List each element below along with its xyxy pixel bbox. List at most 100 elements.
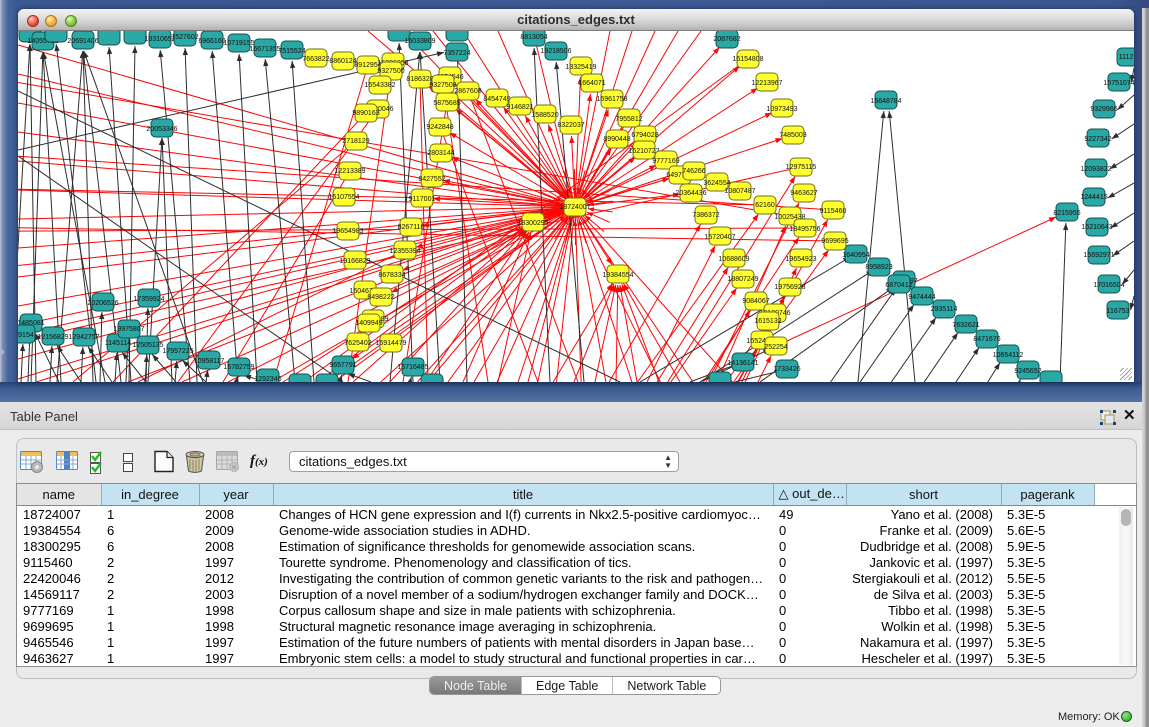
svg-text:12355394: 12355394 <box>389 248 420 255</box>
svg-text:16033809: 16033809 <box>404 38 435 45</box>
svg-text:9463627: 9463627 <box>790 190 817 197</box>
svg-text:8860124: 8860124 <box>329 58 356 65</box>
svg-text:7485003: 7485003 <box>779 132 806 139</box>
svg-text:12156829: 12156829 <box>37 334 68 341</box>
svg-text:2718129: 2718129 <box>342 138 369 145</box>
svg-text:8427552: 8427552 <box>418 176 445 183</box>
svg-text:6966160: 6966160 <box>198 38 225 45</box>
svg-text:7632621: 7632621 <box>952 322 979 329</box>
svg-text:19975867: 19975867 <box>113 326 144 333</box>
svg-text:9474444: 9474444 <box>908 294 935 301</box>
svg-text:10958117: 10958117 <box>194 358 225 365</box>
svg-text:5875685: 5875685 <box>433 100 460 107</box>
svg-text:2935114: 2935114 <box>931 306 958 313</box>
svg-text:1527602: 1527602 <box>171 34 198 41</box>
svg-text:12505135: 12505135 <box>132 342 163 349</box>
svg-text:16671355: 16671355 <box>249 46 280 53</box>
svg-text:15751074: 15751074 <box>1103 80 1134 87</box>
svg-text:1664071: 1664071 <box>578 80 605 87</box>
svg-text:2087682: 2087682 <box>713 36 740 43</box>
svg-text:10973493: 10973493 <box>766 106 797 113</box>
svg-text:12213967: 12213967 <box>751 80 782 87</box>
svg-text:746266: 746266 <box>682 168 705 175</box>
svg-text:8215955: 8215955 <box>1053 210 1080 217</box>
svg-text:19756928: 19756928 <box>774 284 805 291</box>
svg-text:8322037: 8322037 <box>557 122 584 129</box>
svg-text:12975115: 12975115 <box>786 164 817 171</box>
svg-text:8813054: 8813054 <box>520 34 547 41</box>
svg-text:16154808: 16154808 <box>732 56 763 63</box>
svg-text:13325419: 13325419 <box>565 64 596 71</box>
svg-text:7663822: 7663822 <box>302 56 329 63</box>
svg-text:16648784: 16648784 <box>870 98 901 105</box>
svg-text:19218506: 19218506 <box>540 48 571 55</box>
svg-text:9227342: 9227342 <box>1084 136 1111 143</box>
svg-text:16107554: 16107554 <box>328 194 359 201</box>
svg-text:9890163: 9890163 <box>352 110 379 117</box>
svg-text:17016504: 17016504 <box>1093 282 1124 289</box>
svg-text:12093822: 12093822 <box>1080 166 1111 173</box>
svg-text:1244415: 1244415 <box>1080 194 1107 201</box>
svg-text:9657791: 9657791 <box>329 362 356 369</box>
svg-text:39154: 39154 <box>18 332 34 339</box>
svg-text:8498222: 8498222 <box>367 294 394 301</box>
svg-text:8267110: 8267110 <box>398 224 425 231</box>
svg-text:1409949: 1409949 <box>355 320 382 327</box>
svg-text:9115460: 9115460 <box>820 208 847 215</box>
svg-text:20053346: 20053346 <box>146 126 177 133</box>
svg-text:12213389: 12213389 <box>334 168 365 175</box>
svg-text:8990448: 8990448 <box>603 136 630 143</box>
svg-text:1145114: 1145114 <box>105 340 131 347</box>
svg-text:15716485: 15716485 <box>397 364 428 371</box>
svg-text:15692971: 15692971 <box>1083 252 1114 259</box>
svg-text:19654983: 19654983 <box>332 228 363 235</box>
svg-text:19384554: 19384554 <box>602 272 633 279</box>
svg-text:10807487: 10807487 <box>724 188 755 195</box>
svg-text:16782759: 16782759 <box>223 364 254 371</box>
svg-text:19654923: 19654923 <box>785 256 816 263</box>
svg-text:6794028: 6794028 <box>631 132 658 139</box>
svg-text:14136141: 14136141 <box>727 360 758 367</box>
svg-text:6870412: 6870412 <box>885 282 912 289</box>
svg-text:9146821: 9146821 <box>506 104 533 111</box>
svg-text:9117001: 9117001 <box>409 196 436 203</box>
svg-text:10654112: 10654112 <box>993 352 1024 359</box>
svg-text:17359924: 17359924 <box>133 296 164 303</box>
svg-text:1733426: 1733426 <box>773 366 800 373</box>
svg-text:16914479: 16914479 <box>375 340 406 347</box>
svg-text:1615132: 1615132 <box>754 318 781 325</box>
svg-text:9327500: 9327500 <box>377 68 404 75</box>
svg-text:11123: 11123 <box>1119 54 1134 61</box>
svg-text:8471676: 8471676 <box>973 336 1000 343</box>
svg-text:18495756: 18495756 <box>789 226 820 233</box>
svg-text:10688609: 10688609 <box>718 256 749 263</box>
svg-text:9245652: 9245652 <box>1014 368 1041 375</box>
svg-text:15720407: 15720407 <box>704 234 735 241</box>
svg-text:1588520: 1588520 <box>531 112 558 119</box>
svg-text:7357224: 7357224 <box>443 50 470 57</box>
svg-text:8958923: 8958923 <box>865 264 892 271</box>
svg-text:7955812: 7955812 <box>615 116 642 123</box>
svg-text:7625402: 7625402 <box>344 340 371 347</box>
svg-text:20691406: 20691406 <box>67 38 98 45</box>
svg-text:20206526: 20206526 <box>87 300 118 307</box>
svg-text:1640954: 1640954 <box>842 252 869 259</box>
svg-text:18807249: 18807249 <box>727 276 758 283</box>
svg-text:16543382: 16543382 <box>364 82 395 89</box>
svg-text:8678334: 8678334 <box>378 272 405 279</box>
svg-text:116753: 116753 <box>1107 308 1130 315</box>
svg-text:19166829: 19166829 <box>339 258 370 265</box>
svg-text:3624554: 3624554 <box>703 180 730 187</box>
svg-text:8454749: 8454749 <box>483 96 510 103</box>
svg-text:62160: 62160 <box>755 202 775 209</box>
svg-text:17957225: 17957225 <box>162 348 193 355</box>
svg-text:18300295: 18300295 <box>517 220 548 227</box>
svg-text:9777169: 9777169 <box>652 158 679 165</box>
svg-text:7386372: 7386372 <box>692 212 719 219</box>
svg-text:9699695: 9699695 <box>821 238 848 245</box>
svg-text:9242848: 9242848 <box>426 124 453 131</box>
svg-text:2803144: 2803144 <box>427 150 454 157</box>
svg-text:9084067: 9084067 <box>742 298 769 305</box>
svg-text:20364436: 20364436 <box>675 190 706 197</box>
svg-text:18724007: 18724007 <box>559 204 590 211</box>
